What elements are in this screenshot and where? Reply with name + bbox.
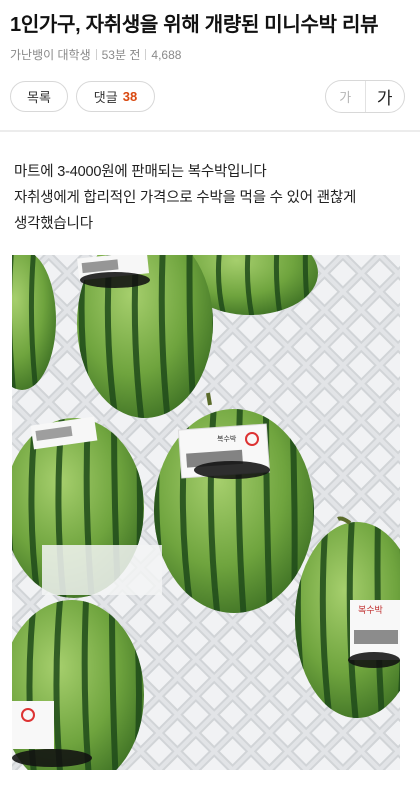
watermelon-photo[interactable]: 복수박 복수박 [0,228,419,790]
font-small-button[interactable]: 가 [326,81,366,112]
body-line: 마트에 3-4000원에 판매되는 복수박입니다 [14,164,267,180]
post-header: 1인가구, 자취생을 위해 개량된 미니수박 리뷰 가난뱅이 대학생 53분 전 4… [0,0,420,128]
font-large-button[interactable]: 가 [366,81,405,112]
post-time: 53분 전 [101,48,141,62]
list-button-label: 목록 [27,90,51,105]
comment-count: 38 [122,89,138,104]
header-divider [0,130,420,132]
font-size-toggle: 가 가 [325,80,405,113]
view-count: 4,688 [151,48,182,62]
post-title: 1인가구, 자취생을 위해 개량된 미니수박 리뷰 [10,14,379,36]
price-label-text: 복수박 [217,434,237,443]
body-line: 자취생에게 합리적인 가격으로 수박을 먹을 수 있어 괜찮게 [14,190,357,206]
list-button[interactable]: 목록 [10,81,68,112]
meta-divider [145,49,147,60]
watermelon-photo-svg: 복수박 복수박 [0,228,419,790]
post-meta: 가난뱅이 대학생 53분 전 4,688 [10,46,181,63]
price-label-text: 복수박 [358,605,383,615]
tray [42,545,162,595]
author-name[interactable]: 가난뱅이 대학생 [10,48,91,62]
body-line: 생각했습니다 [14,216,93,232]
comment-button[interactable]: 댓글 38 [76,81,155,112]
comment-button-label: 댓글 [93,90,118,105]
meta-divider [95,49,97,60]
